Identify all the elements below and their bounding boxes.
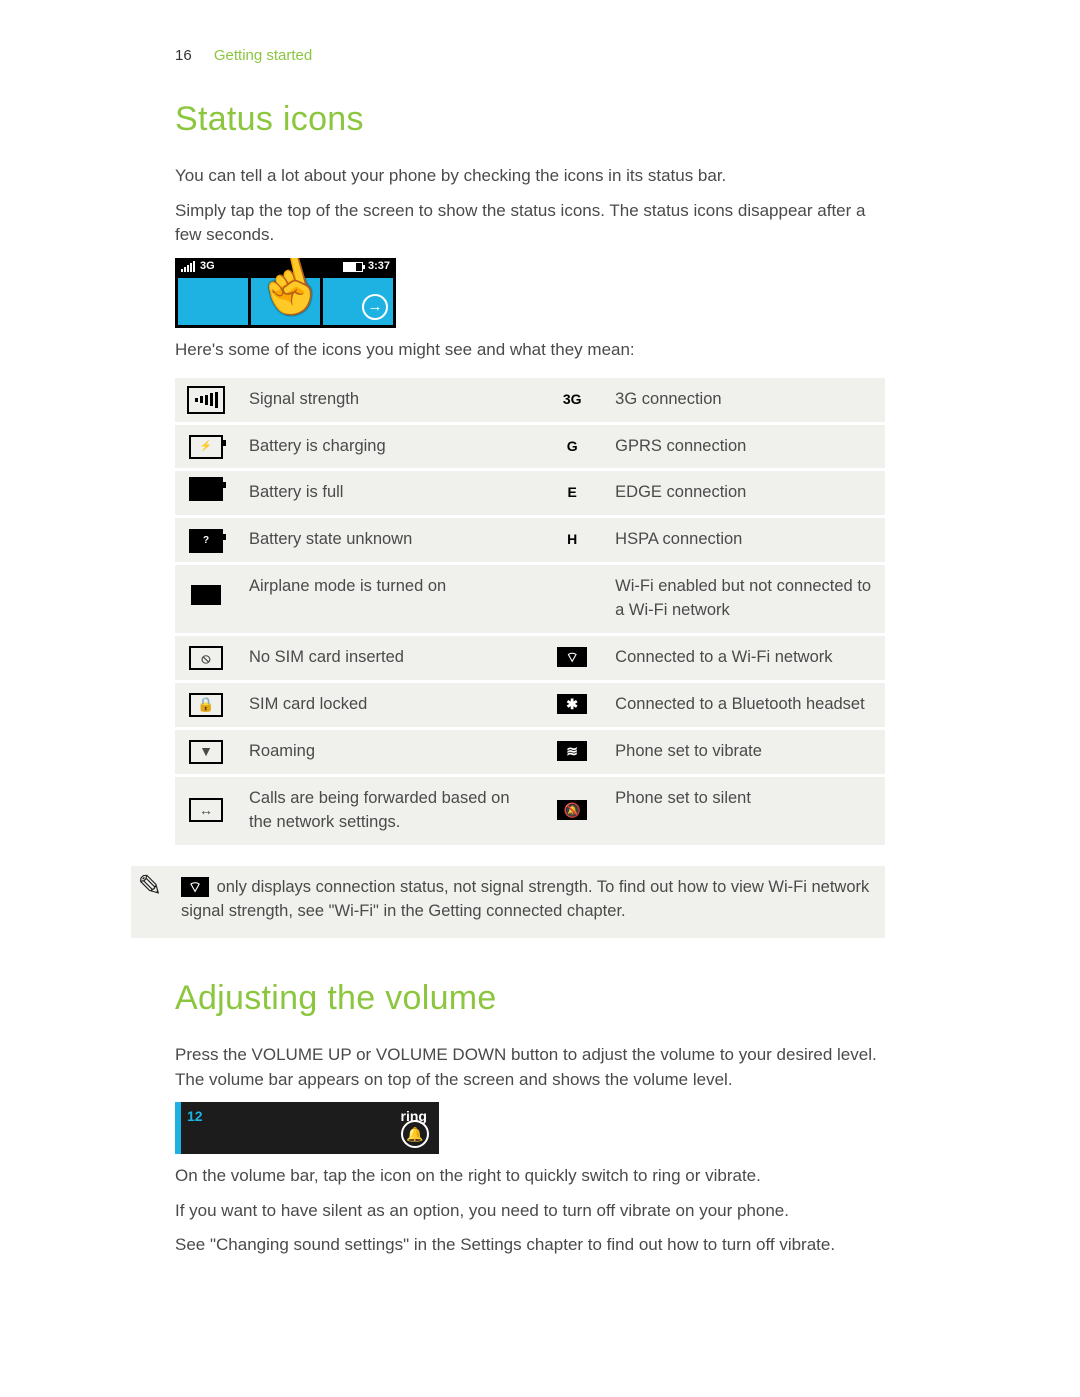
status-icons-intro-2: Simply tap the top of the screen to show… [175, 199, 885, 248]
table-row: ⦸No SIM card inserted⌔Connected to a Wi-… [175, 636, 885, 680]
table-icon-left: 🔒 [175, 683, 237, 727]
statusbar-screenshot: 3G 3:37 ☝ → [175, 258, 396, 328]
status-icons-intro-1: You can tell a lot about your phone by c… [175, 164, 885, 189]
status-icons-table: Signal strength3G3G connection⚡Battery i… [175, 375, 885, 848]
table-text-left: No SIM card inserted [237, 636, 541, 680]
table-icon-right: ⌔ [541, 636, 603, 680]
bell-icon: 🔔 [401, 1120, 429, 1148]
arrow-circle-icon: → [362, 294, 388, 320]
table-text-right: EDGE connection [603, 471, 885, 515]
table-text-left: Calls are being forwarded based on the n… [237, 777, 541, 845]
table-icon-right: G [541, 425, 603, 469]
volume-bar-screenshot: 12 ring 🔔 [175, 1102, 439, 1154]
battery-icon [343, 262, 363, 272]
note-box: ✎ ⌔ only displays connection status, not… [131, 866, 885, 938]
table-row: ▼Roaming≋Phone set to vibrate [175, 730, 885, 774]
volume-intro: Press the VOLUME UP or VOLUME DOWN butto… [175, 1043, 885, 1092]
signal-icon [181, 261, 195, 272]
volume-title: Adjusting the volume [175, 974, 885, 1023]
table-text-right: Connected to a Wi-Fi network [603, 636, 885, 680]
table-text-left: Battery is charging [237, 425, 541, 469]
table-row: 🔒SIM card locked✱Connected to a Bluetoot… [175, 683, 885, 727]
table-icon-left: ? [175, 518, 237, 562]
table-row: ⚡Battery is chargingGGPRS connection [175, 425, 885, 469]
table-text-left: Battery state unknown [237, 518, 541, 562]
table-icon-right: 3G [541, 378, 603, 422]
table-icon-left [175, 565, 237, 633]
table-icon-left [175, 378, 237, 422]
page: 16 Getting started Status icons You can … [0, 0, 1080, 1397]
table-text-right: Phone set to silent [603, 777, 885, 845]
table-row: ↔Calls are being forwarded based on the … [175, 777, 885, 845]
wifi-icon: ⌔ [181, 877, 209, 897]
table-text-left: Signal strength [237, 378, 541, 422]
page-header: 16 Getting started [175, 45, 885, 67]
page-number: 16 [175, 47, 192, 64]
table-icon-right: H [541, 518, 603, 562]
table-icon-right: ≋ [541, 730, 603, 774]
note-text: only displays connection status, not sig… [181, 878, 869, 920]
volume-after-1: On the volume bar, tap the icon on the r… [175, 1164, 885, 1189]
table-text-left: SIM card locked [237, 683, 541, 727]
table-text-left: Roaming [237, 730, 541, 774]
table-text-right: Phone set to vibrate [603, 730, 885, 774]
table-icon-left: ⚡ [175, 425, 237, 469]
table-icon-left: ↔ [175, 777, 237, 845]
table-row: ?Battery state unknownHHSPA connection [175, 518, 885, 562]
table-icon-right: ✱ [541, 683, 603, 727]
table-text-right: Wi-Fi enabled but not connected to a Wi-… [603, 565, 885, 633]
table-text-right: HSPA connection [603, 518, 885, 562]
statusbar-3g-label: 3G [200, 259, 215, 275]
table-icon-left: ⦸ [175, 636, 237, 680]
table-row: Signal strength3G3G connection [175, 378, 885, 422]
page-section-label: Getting started [214, 47, 312, 64]
table-text-right: 3G connection [603, 378, 885, 422]
table-text-left: Battery is full [237, 471, 541, 515]
status-icons-after-image: Here's some of the icons you might see a… [175, 338, 885, 363]
table-icon-right [541, 565, 603, 633]
volume-after-2: If you want to have silent as an option,… [175, 1199, 885, 1224]
table-text-left: Airplane mode is turned on [237, 565, 541, 633]
pencil-note-icon: ✎ [131, 868, 169, 906]
table-icon-right: E [541, 471, 603, 515]
table-text-right: Connected to a Bluetooth headset [603, 683, 885, 727]
table-icon-left [175, 471, 237, 515]
volume-level: 12 [187, 1106, 203, 1126]
table-row: Battery is fullEEDGE connection [175, 471, 885, 515]
statusbar-time: 3:37 [368, 259, 390, 275]
table-icon-left: ▼ [175, 730, 237, 774]
table-row: Airplane mode is turned on Wi-Fi enabled … [175, 565, 885, 633]
volume-after-3: See "Changing sound settings" in the Set… [175, 1233, 885, 1258]
table-icon-right: 🔕 [541, 777, 603, 845]
table-text-right: GPRS connection [603, 425, 885, 469]
status-icons-title: Status icons [175, 95, 885, 144]
